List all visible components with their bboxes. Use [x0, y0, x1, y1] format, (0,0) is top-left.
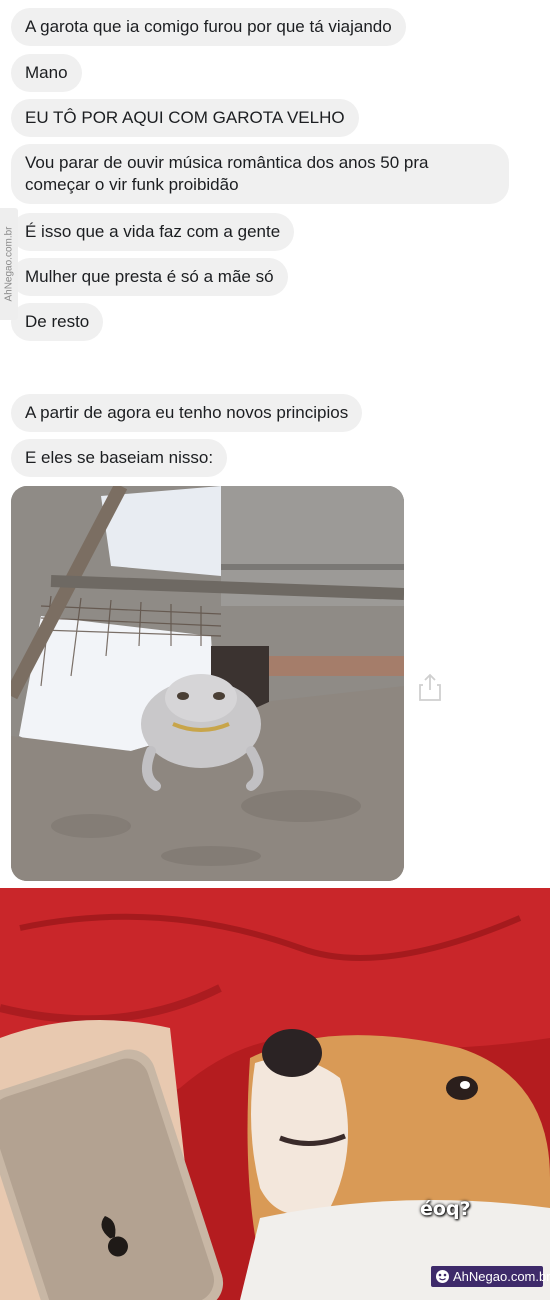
message-bubble: Mulher que presta é só a mãe só	[11, 258, 288, 296]
message-bubble: É isso que a vida faz com a gente	[11, 213, 295, 251]
message-line: começar o vir funk proibidão	[25, 175, 239, 194]
dog-phone-illustration	[0, 888, 550, 1300]
ahnegao-logo-icon	[436, 1270, 449, 1283]
side-watermark: AhNegao.com.br	[0, 208, 18, 320]
message-bubble: EU TÔ POR AQUI COM GAROTA VELHO	[11, 99, 359, 137]
message-bubble: A garota que ia comigo furou por que tá …	[11, 8, 406, 46]
message-bubble: Vou parar de ouvir música romântica dos …	[11, 144, 509, 204]
shared-photo-toad[interactable]	[11, 486, 404, 881]
side-watermark-text: AhNegao.com.br	[3, 226, 15, 302]
message-bubble: A partir de agora eu tenho novos princip…	[11, 394, 363, 432]
message-bubble: E eles se baseiam nisso:	[11, 439, 228, 477]
brand-text: AhNegao.com.br	[453, 1269, 550, 1284]
share-icon[interactable]	[418, 672, 442, 702]
brand-watermark: AhNegao.com.br	[431, 1266, 550, 1287]
toad-photo-illustration	[11, 486, 404, 881]
meme-caption: éoq?	[420, 1198, 471, 1220]
chat-panel: A garota que ia comigo furou por que tá …	[0, 0, 550, 888]
meme-image-dog	[0, 888, 550, 1300]
message-line: Vou parar de ouvir música romântica dos …	[25, 153, 429, 172]
message-bubble: De resto	[11, 303, 104, 341]
message-bubble: Mano	[11, 54, 82, 92]
